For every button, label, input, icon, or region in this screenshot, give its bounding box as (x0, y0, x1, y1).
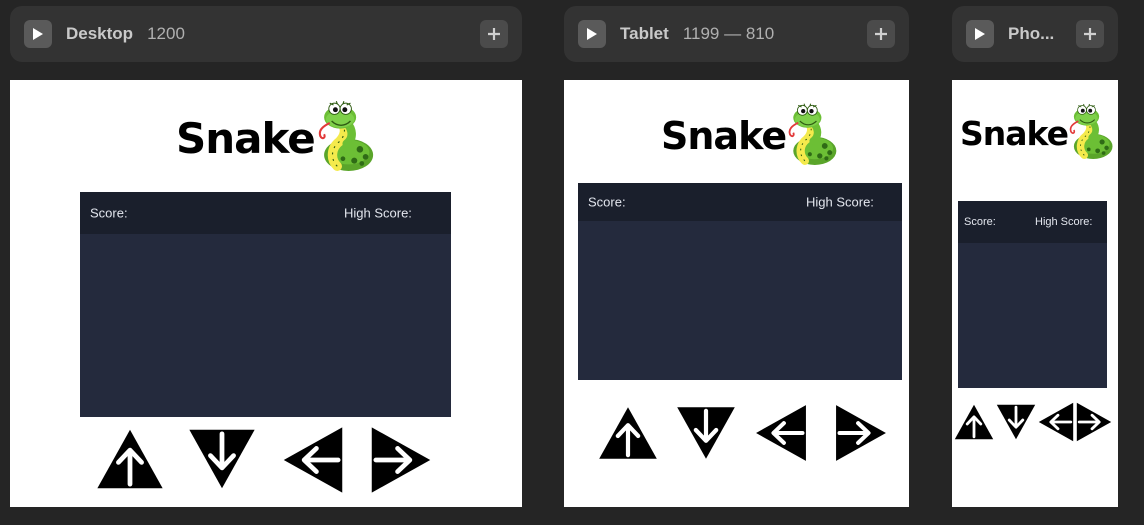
app-title: Snake (176, 113, 316, 163)
play-button[interactable] (578, 20, 606, 48)
plus-icon (1084, 28, 1096, 40)
app-title: Snake (960, 113, 1069, 153)
frame-size: 1199 — 810 (682, 24, 775, 43)
frame-header-desktop: Desktop 1200 (10, 6, 522, 62)
plus-icon (875, 28, 887, 40)
frame-size: 1200 (147, 24, 185, 43)
plus-icon (488, 28, 500, 40)
arrow-right-icon[interactable] (1076, 402, 1112, 442)
arrow-down-icon[interactable] (996, 404, 1036, 440)
score-bar: Score: High Score: (958, 201, 1107, 243)
arrow-right-icon[interactable] (834, 404, 888, 462)
arrow-left-icon[interactable] (1038, 402, 1074, 442)
play-icon (33, 28, 43, 40)
game-board[interactable]: Score: High Score: (958, 201, 1107, 388)
arrow-left-icon[interactable] (754, 404, 808, 462)
arrow-down-icon[interactable] (676, 406, 736, 460)
play-button[interactable] (966, 20, 994, 48)
app-header: Snake (661, 100, 838, 172)
arrow-right-icon[interactable] (370, 426, 432, 494)
preview-desktop: Snake Score: High Score: (10, 80, 522, 507)
frame-name: Tablet (620, 24, 669, 43)
add-breakpoint-button[interactable] (480, 20, 508, 48)
app-header: Snake (960, 100, 1114, 166)
arrow-down-icon[interactable] (188, 428, 256, 490)
score-label: Score: (964, 216, 996, 228)
frame-header-phone: Pho... (952, 6, 1118, 62)
snake-icon (780, 102, 838, 170)
game-board[interactable]: Score: High Score: (578, 183, 902, 380)
score-label: Score: (90, 205, 128, 221)
high-score-label: High Score: (806, 194, 874, 210)
score-bar: Score: High Score: (578, 183, 902, 221)
arrow-up-icon[interactable] (954, 404, 994, 440)
snake-icon (1062, 102, 1114, 164)
app-header: Snake (176, 98, 375, 178)
frame-header-tablet: Tablet 1199 — 810 (564, 6, 909, 62)
score-label: Score: (588, 194, 626, 210)
play-icon (587, 28, 597, 40)
arrow-left-icon[interactable] (282, 426, 344, 494)
play-button[interactable] (24, 20, 52, 48)
arrow-up-icon[interactable] (96, 428, 164, 490)
play-icon (975, 28, 985, 40)
high-score-label: High Score: (1035, 216, 1093, 228)
game-board[interactable]: Score: High Score: (80, 192, 451, 417)
high-score-label: High Score: (344, 205, 412, 221)
arrow-up-icon[interactable] (598, 406, 658, 460)
preview-tablet: Snake Score: High Score: (564, 80, 909, 507)
app-title: Snake (661, 114, 787, 158)
add-breakpoint-button[interactable] (1076, 20, 1104, 48)
frame-name: Pho... (1008, 24, 1055, 43)
score-bar: Score: High Score: (80, 192, 451, 234)
snake-icon (309, 100, 375, 176)
frame-name: Desktop (66, 24, 134, 43)
add-breakpoint-button[interactable] (867, 20, 895, 48)
preview-phone: Snake Score: High Score: (952, 80, 1118, 507)
